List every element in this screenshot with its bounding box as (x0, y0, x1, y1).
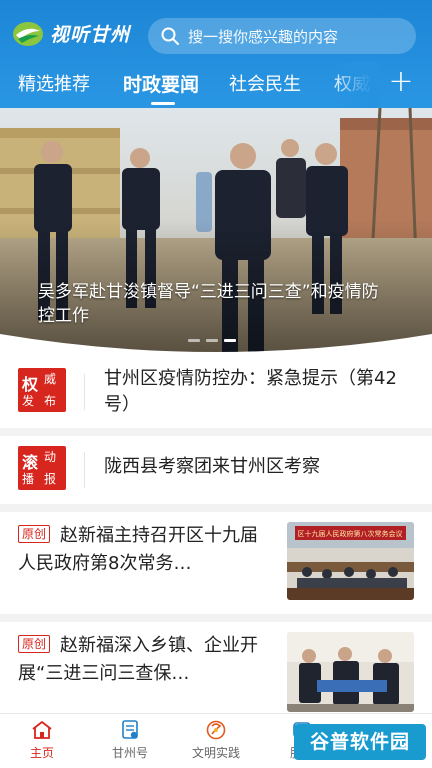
tab-featured[interactable]: 精选推荐 (18, 70, 90, 96)
svg-text:区十九届人民政府第八次常务会议: 区十九届人民政府第八次常务会议 (298, 529, 403, 538)
add-channel-button[interactable]: + (386, 64, 416, 100)
original-tag: 原创 (18, 635, 51, 653)
notice-title[interactable]: 陇西县考察团来甘州区考察 (104, 454, 414, 480)
rolling-broadcast-badge: 滚 动 播 报 (18, 446, 66, 490)
app-name: 视听甘州 (50, 24, 131, 46)
carousel-dot-active[interactable] (224, 339, 236, 342)
app-header: 视听甘州 搜一搜你感兴趣的内容 精选推荐 时政要闻 社会民生 权威 + (0, 0, 432, 112)
tab-livelihood[interactable]: 社会民生 (229, 70, 301, 96)
watermark-logo: 谷普软件园 (294, 724, 426, 760)
carousel-dot[interactable] (206, 339, 218, 342)
news-item[interactable]: 原创 赵新福主持召开区十九届人民政府第8次常务… 区十九届人民政府第八次常务会议 (0, 512, 432, 614)
notice-title[interactable]: 甘州区疫情防控办：紧急提示（第42号） (104, 366, 414, 418)
hero-carousel[interactable]: 吴多军赴甘浚镇督导“三进三问三查”和疫情防控工作 (0, 108, 432, 356)
nav-civilization-practice[interactable]: 文明实践 (176, 720, 256, 761)
meeting-photo: 区十九届人民政府第八次常务会议 (287, 522, 414, 600)
divider (84, 374, 85, 410)
news-thumbnail[interactable]: 区十九届人民政府第八次常务会议 (287, 522, 414, 600)
logo-icon (13, 21, 43, 46)
search-placeholder: 搜一搜你感兴趣的内容 (188, 27, 339, 46)
notice-row[interactable]: 滚 动 播 报 陇西县考察团来甘州区考察 (0, 436, 432, 504)
nav-home[interactable]: 主页 (2, 720, 82, 761)
authority-release-badge: 权 威 发 布 (18, 368, 66, 412)
tab-fade-overlay (330, 62, 380, 112)
hero-caption[interactable]: 吴多军赴甘浚镇督导“三进三问三查”和疫情防控工作 (38, 280, 388, 328)
app-logo[interactable]: 视听甘州 (12, 20, 130, 47)
news-title[interactable]: 原创 赵新福主持召开区十九届人民政府第8次常务… (18, 522, 268, 578)
search-icon (161, 27, 179, 45)
notice-row[interactable]: 权 威 发 布 甘州区疫情防控办：紧急提示（第42号） (0, 356, 432, 428)
news-thumbnail[interactable] (287, 632, 414, 712)
divider (84, 452, 85, 488)
category-tabs: 精选推荐 时政要闻 社会民生 权威 + (0, 62, 432, 112)
news-title[interactable]: 原创 赵新福深入乡镇、企业开展“三进三问三查保… (18, 632, 268, 688)
active-tab-indicator (151, 102, 175, 105)
field-visit-photo (287, 632, 414, 712)
news-item[interactable]: 原创 赵新福深入乡镇、企业开展“三进三问三查保… (0, 622, 432, 714)
emblem-icon (206, 720, 226, 740)
nav-ganzhou-account[interactable]: 甘州号 (90, 720, 170, 761)
original-tag: 原创 (18, 525, 51, 543)
carousel-indicator (188, 339, 242, 342)
document-icon (122, 720, 138, 739)
home-icon (32, 721, 52, 739)
search-bar[interactable]: 搜一搜你感兴趣的内容 (148, 18, 416, 54)
tab-politics[interactable]: 时政要闻 (123, 70, 199, 97)
carousel-dot[interactable] (188, 339, 200, 342)
